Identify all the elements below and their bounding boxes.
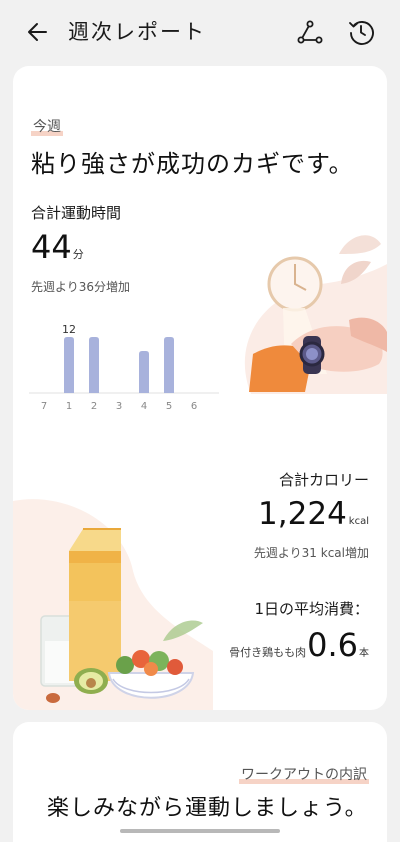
back-arrow-icon[interactable] [24, 18, 52, 46]
workout-headline: 楽しみながら運動しましょう。 [47, 796, 368, 821]
food-equivalent-unit: 本 [359, 648, 369, 659]
chart-tick-label: 2 [91, 401, 97, 411]
exercise-time-unit: 分 [72, 248, 84, 261]
period-label: 今週 [31, 116, 63, 136]
history-icon[interactable] [347, 18, 375, 46]
share-icon[interactable] [296, 18, 324, 46]
page-title: 週次レポート [68, 20, 206, 44]
chart-bar [139, 351, 149, 393]
calories-compare-text: 先週より31 kcal増加 [253, 546, 369, 560]
food-equivalent-label: 骨付き鶏もも肉 [229, 646, 307, 659]
chart-tick-label: 5 [166, 401, 172, 411]
exercise-time-label: 合計運動時間 [31, 204, 122, 222]
workout-breakdown-label: ワークアウトの内訳 [239, 764, 369, 784]
exercise-compare-text: 先週より36分増加 [31, 280, 131, 294]
calories-value: 1,224 kcal [258, 496, 369, 532]
home-indicator[interactable] [120, 829, 280, 833]
exercise-time-value: 44分 [31, 228, 84, 266]
food-equivalent-value: 0.6 [307, 626, 358, 664]
calories-unit: kcal [348, 516, 369, 527]
chart-bar [64, 337, 74, 393]
summary-headline: 粘り強さが成功のカギです。 [31, 150, 354, 178]
chart-tick-label: 4 [141, 401, 147, 411]
exercise-bar-chart: 7121 2 3 4 5 6 [29, 323, 219, 411]
chart-data-label: 12 [62, 323, 76, 336]
workout-breakdown-card[interactable]: ワークアウトの内訳 楽しみながら運動しましょう。 [13, 722, 387, 842]
smartwatch-illustration [244, 235, 387, 394]
food-illustration [13, 499, 213, 710]
daily-average-label: 1日の平均消費： [254, 600, 369, 618]
daily-average-row: 骨付き鶏もも肉0.6本 [229, 626, 369, 664]
chart-tick-label: 6 [191, 401, 197, 411]
chart-bar [164, 337, 174, 393]
chart-tick-label: 3 [116, 401, 122, 411]
chart-tick-label: 7 [41, 401, 47, 411]
calories-label: 合計カロリー [278, 471, 369, 489]
chart-bar [89, 337, 99, 393]
app-header: 週次レポート [0, 0, 400, 62]
chart-tick-label: 1 [66, 401, 72, 411]
weekly-summary-card: 今週 粘り強さが成功のカギです。 合計運動時間 44分 先週より36分増加 7 1… [13, 66, 387, 710]
